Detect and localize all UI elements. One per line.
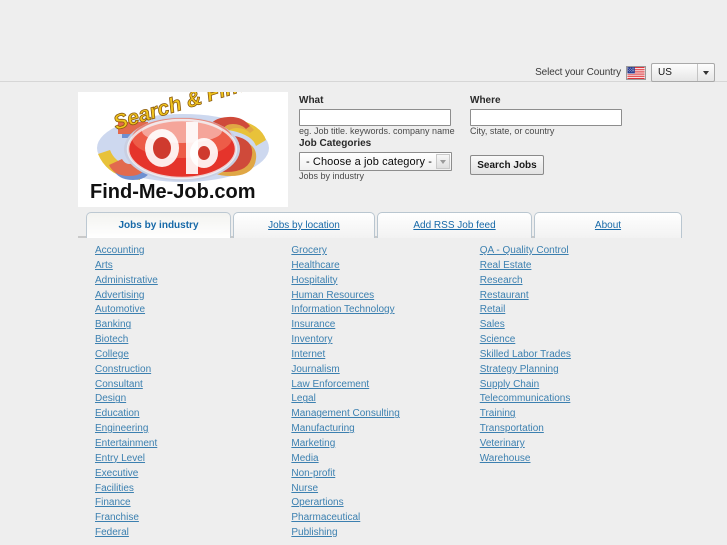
country-selector-group: Select your Country US (535, 63, 715, 82)
category-link[interactable]: Administrative (95, 274, 158, 289)
category-link[interactable]: Education (95, 407, 139, 422)
category-link[interactable]: Facilities (95, 482, 134, 497)
category-link[interactable]: Research (480, 274, 523, 289)
category-link[interactable]: Restaurant (480, 289, 529, 304)
category-link[interactable]: Telecommunications (480, 392, 571, 407)
category-link[interactable]: Advertising (95, 289, 144, 304)
category-link[interactable]: Skilled Labor Trades (480, 348, 571, 363)
category-link[interactable]: Management Consulting (291, 407, 399, 422)
category-link[interactable]: Manufacturing (291, 422, 354, 437)
category-link[interactable]: Information Technology (291, 303, 394, 318)
top-country-bar: Select your Country US (0, 0, 727, 82)
category-link[interactable]: Retail (480, 303, 506, 318)
category-link[interactable]: Inventory (291, 333, 332, 348)
site-header: Search & Find Find-Me-Job.com What eg. J… (0, 83, 727, 208)
tab-jobs-by-location[interactable]: Jobs by location (233, 212, 375, 238)
category-link[interactable]: Transportation (480, 422, 544, 437)
category-link[interactable]: Consultant (95, 378, 143, 393)
category-link[interactable]: Franchise (95, 511, 139, 526)
category-link[interactable]: Operartions (291, 496, 343, 511)
category-link[interactable]: Federal (95, 526, 129, 541)
category-link[interactable]: Supply Chain (480, 378, 539, 393)
category-link[interactable]: Journalism (291, 363, 339, 378)
category-link[interactable]: Finance (95, 496, 131, 511)
category-link[interactable]: College (95, 348, 129, 363)
category-link[interactable]: Training (480, 407, 516, 422)
what-label: What (299, 95, 324, 106)
where-hint: City, state, or country (470, 125, 555, 136)
job-search-form: What eg. Job title. keywords. company na… (299, 95, 719, 195)
logo-domain-text: Find-Me-Job.com (90, 181, 256, 203)
category-link[interactable]: Science (480, 333, 516, 348)
category-link[interactable]: Strategy Planning (480, 363, 559, 378)
category-link[interactable]: Non-profit (291, 467, 335, 482)
job-category-select-value: - Choose a job category - (306, 155, 433, 168)
country-select[interactable]: US (651, 63, 715, 82)
category-column-2: Grocery Healthcare Hospitality Human Resour… (283, 244, 479, 541)
category-link[interactable]: Pharmaceutical (291, 511, 360, 526)
category-link[interactable]: Nurse (291, 482, 318, 497)
chevron-down-icon[interactable] (697, 64, 714, 81)
category-link[interactable]: Engineering (95, 422, 148, 437)
where-input[interactable] (470, 108, 622, 126)
category-link[interactable]: Sales (480, 318, 505, 333)
country-select-value: US (658, 67, 672, 78)
job-categories-label: Job Categories (299, 138, 372, 149)
category-link[interactable]: Insurance (291, 318, 335, 333)
category-link[interactable]: Legal (291, 392, 315, 407)
where-field-group: Where City, state, or country (470, 95, 622, 137)
category-link[interactable]: Healthcare (291, 259, 339, 274)
what-hint: eg. Job title. keywords. company name (299, 125, 455, 136)
us-flag-icon (626, 65, 646, 80)
chevron-down-icon[interactable] (436, 154, 450, 169)
tab-about[interactable]: About (534, 212, 682, 238)
page-root: Select your Country US Search & Find Fin… (0, 0, 727, 545)
category-link[interactable]: Law Enforcement (291, 378, 369, 393)
category-link[interactable]: Accounting (95, 244, 144, 259)
country-selector-label: Select your Country (535, 67, 621, 78)
category-link[interactable]: Design (95, 392, 126, 407)
category-link[interactable]: Arts (95, 259, 113, 274)
category-link[interactable]: Automotive (95, 303, 145, 318)
category-link[interactable]: Construction (95, 363, 151, 378)
tab-label: About (594, 220, 622, 231)
category-columns: Accounting Arts Administrative Advertising A… (78, 244, 678, 541)
site-logo[interactable]: Search & Find Find-Me-Job.com (78, 92, 288, 207)
search-jobs-button[interactable]: Search Jobs (470, 155, 544, 175)
tab-label: Jobs by location (268, 220, 340, 231)
category-link[interactable]: Media (291, 452, 318, 467)
category-link[interactable]: Publishing (291, 526, 337, 541)
job-categories-hint: Jobs by industry (299, 171, 365, 181)
category-link[interactable]: Banking (95, 318, 131, 333)
tab-label: Jobs by industry (118, 220, 199, 231)
category-link[interactable]: Grocery (291, 244, 327, 259)
category-link[interactable]: Hospitality (291, 274, 337, 289)
tab-jobs-by-industry[interactable]: Jobs by industry (86, 212, 231, 238)
where-label: Where (470, 95, 501, 106)
what-field-group: What eg. Job title. keywords. company na… (299, 95, 455, 137)
tab-add-rss-job-feed[interactable]: Add RSS Job feed (377, 212, 532, 238)
job-category-select[interactable]: - Choose a job category - (299, 152, 452, 171)
category-link[interactable]: Warehouse (480, 452, 531, 467)
category-link[interactable]: Biotech (95, 333, 128, 348)
category-link[interactable]: Internet (291, 348, 325, 363)
category-link[interactable]: Real Estate (480, 259, 532, 274)
what-input[interactable] (299, 108, 451, 126)
tab-label: Add RSS Job feed (413, 220, 496, 231)
category-column-1: Accounting Arts Administrative Advertising A… (78, 244, 283, 541)
category-link[interactable]: Veterinary (480, 437, 525, 452)
category-column-3: QA - Quality Control Real Estate Research R… (480, 244, 678, 541)
category-link[interactable]: Marketing (291, 437, 335, 452)
category-link[interactable]: QA - Quality Control (480, 244, 569, 259)
job-categories-group: Job Categories - Choose a job category -… (299, 138, 452, 182)
category-link[interactable]: Human Resources (291, 289, 374, 304)
category-link[interactable]: Executive (95, 467, 138, 482)
category-link[interactable]: Entertainment (95, 437, 157, 452)
tab-bar: Jobs by industry Jobs by location Add RS… (78, 212, 682, 238)
category-link[interactable]: Entry Level (95, 452, 145, 467)
